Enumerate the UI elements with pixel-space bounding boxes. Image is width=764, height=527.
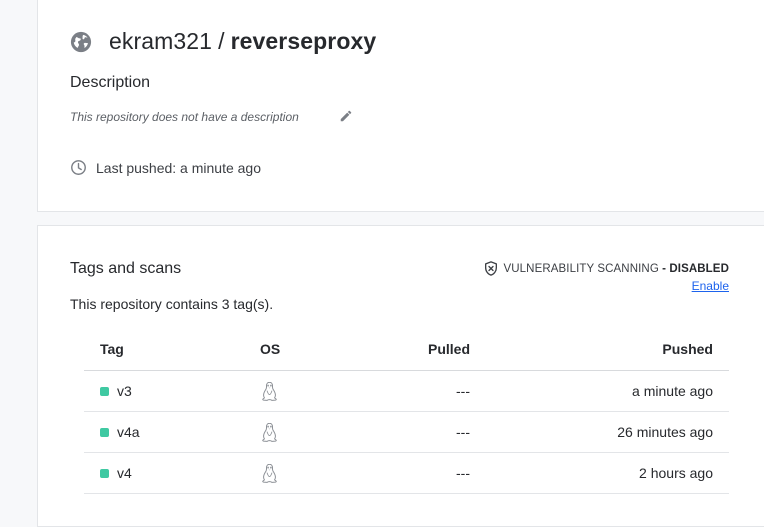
tags-card: Tags and scans VULNERABILITY SCANNING - … [37,225,764,527]
enable-scanning-link[interactable]: Enable [692,279,729,293]
table-row: v4a --- 26 minutes ago [84,411,729,453]
pulled-cell: --- [320,411,470,453]
last-pushed-row: Last pushed: a minute ago [70,159,261,176]
pushed-cell: 2 hours ago [470,452,729,494]
repo-separator: / [218,28,225,54]
description-text: This repository does not have a descript… [70,110,299,124]
tags-table: Tag OS Pulled Pushed v3 --- a minute ago… [84,328,729,494]
repo-name: reverseproxy [230,28,377,54]
os-cell [260,370,320,412]
repo-owner[interactable]: ekram321 [109,28,212,54]
tag-status-dot [100,468,109,478]
pushed-cell: a minute ago [470,370,729,412]
tag-status-dot [100,386,109,396]
repo-title: ekram321/reverseproxy [70,28,376,55]
pulled-cell: --- [320,370,470,412]
os-cell [260,452,320,494]
description-heading: Description [70,74,151,91]
tag-name-link[interactable]: v3 [117,383,132,399]
repo-info-card: ekram321/reverseproxy Description This r… [37,0,764,212]
vuln-state: DISABLED [669,262,729,275]
linux-icon [262,381,277,401]
shield-x-icon [484,261,497,276]
tag-cell: v3 [84,370,260,412]
os-cell [260,411,320,453]
tag-status-dot [100,427,109,437]
column-header-pulled[interactable]: Pulled [320,328,470,371]
edit-pencil-icon[interactable] [339,109,353,123]
pushed-cell: 26 minutes ago [470,411,729,453]
globe-icon [70,31,92,52]
column-header-pushed[interactable]: Pushed [470,328,729,371]
column-header-tag[interactable]: Tag [84,328,260,371]
vuln-separator: - [658,262,670,275]
tag-cell: v4 [84,452,260,494]
linux-icon [262,463,277,483]
linux-icon [262,422,277,442]
table-row: v3 --- a minute ago [84,370,729,412]
vulnerability-scanning-status: VULNERABILITY SCANNING - DISABLED [483,260,730,277]
clock-icon [71,160,86,175]
pulled-cell: --- [320,452,470,494]
repo-full-name: ekram321/reverseproxy [109,28,376,55]
table-header-row: Tag OS Pulled Pushed [84,328,729,371]
last-pushed-text: Last pushed: a minute ago [96,159,262,176]
column-header-os: OS [260,328,320,371]
tags-heading: Tags and scans [70,260,182,277]
tag-name-link[interactable]: v4a [117,424,140,440]
tag-count-text: This repository contains 3 tag(s). [70,296,274,312]
vuln-label: VULNERABILITY SCANNING [503,262,659,275]
table-row: v4 --- 2 hours ago [84,452,729,494]
tag-name-link[interactable]: v4 [117,465,132,481]
tag-cell: v4a [84,411,260,453]
